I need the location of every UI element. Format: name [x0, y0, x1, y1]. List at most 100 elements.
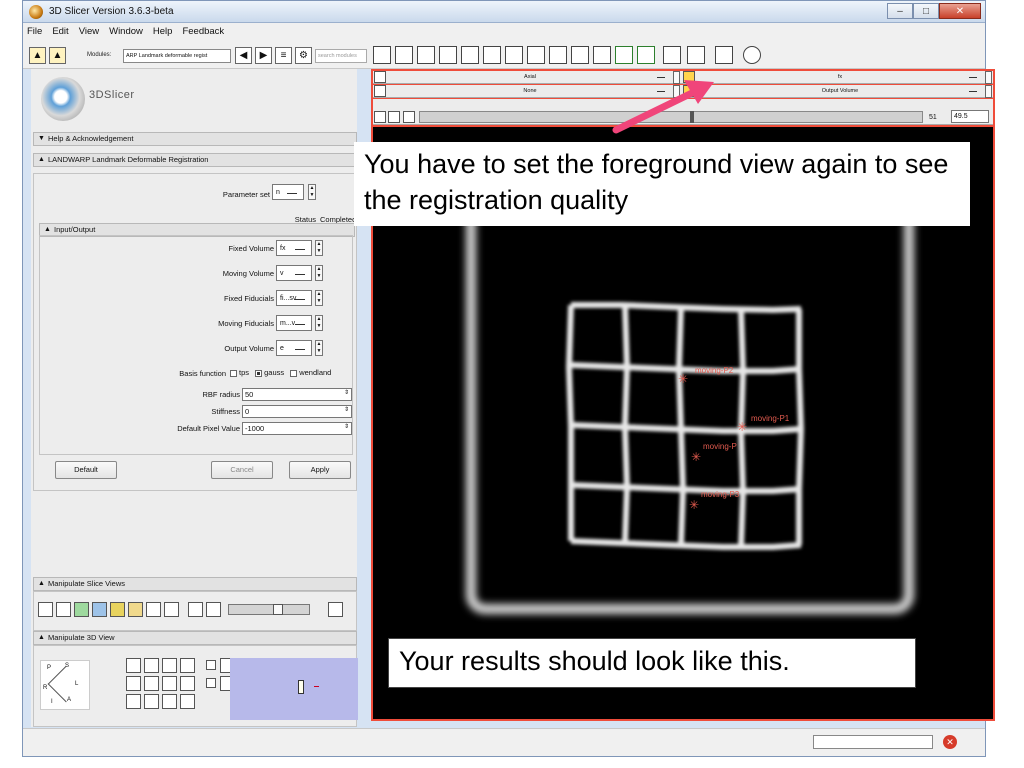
import-scene-icon[interactable]: ▲	[49, 47, 66, 64]
layout-view-icon[interactable]	[663, 46, 681, 64]
measure-module-icon[interactable]	[527, 46, 545, 64]
prev-module-icon[interactable]: ◀	[235, 47, 252, 64]
parameter-set-spinner[interactable]: ▲ ▼	[308, 184, 316, 200]
pan-view-icon[interactable]	[144, 658, 159, 673]
zoom-out-icon[interactable]	[180, 676, 195, 691]
error-log-icon[interactable]: ✕	[943, 735, 957, 749]
fiducial-visibility-icon[interactable]	[38, 602, 53, 617]
home-module-icon[interactable]	[395, 46, 413, 64]
fixed-volume-combo[interactable]: fx	[276, 240, 312, 256]
menu-window[interactable]: Window	[109, 26, 143, 37]
reset-view-icon[interactable]	[126, 676, 141, 691]
colors-module-icon[interactable]	[571, 46, 589, 64]
menu-feedback[interactable]: Feedback	[182, 26, 224, 37]
fiducial-marker-p1-icon[interactable]: ✳	[737, 420, 747, 434]
rbf-radius-spinner-icon[interactable]: ⇕	[344, 389, 349, 396]
camera-icon[interactable]	[162, 658, 177, 673]
module-history-icon[interactable]: ≡	[275, 47, 292, 64]
basis-gauss-checkbox[interactable]	[255, 369, 263, 377]
redo-icon[interactable]	[637, 46, 655, 64]
opacity-slider-handle[interactable]	[273, 604, 283, 615]
foreground-left-spinner[interactable]	[673, 85, 680, 98]
menu-view[interactable]: View	[79, 26, 99, 37]
menu-help[interactable]: Help	[153, 26, 173, 37]
save-view-icon[interactable]	[180, 694, 195, 709]
help-section-header[interactable]: ▼ Help & Acknowledgement	[33, 132, 357, 146]
close-button[interactable]: ✕	[939, 3, 981, 19]
slice-views-section-header[interactable]: ▲ Manipulate Slice Views	[33, 577, 357, 591]
label-map-icon[interactable]	[74, 602, 89, 617]
menu-edit[interactable]: Edit	[52, 26, 68, 37]
fiducial-marker-p2-icon[interactable]: ✳	[678, 372, 688, 386]
volumes-module-icon[interactable]	[439, 46, 457, 64]
moving-volume-spinner[interactable]: ▲ ▼	[315, 265, 323, 281]
editor-module-icon[interactable]	[505, 46, 523, 64]
search-modules-input[interactable]: search modules	[315, 49, 367, 63]
moving-fiducials-spinner[interactable]: ▲ ▼	[315, 315, 323, 331]
foreground-left-combo[interactable]: None	[389, 86, 671, 97]
moving-fiducials-combo[interactable]: m...v	[276, 315, 312, 331]
fiducials-module-icon[interactable]	[483, 46, 501, 64]
orientation-spinner[interactable]	[673, 71, 680, 84]
maximize-button[interactable]: □	[913, 3, 939, 19]
orientation-combo[interactable]: Axial	[389, 72, 671, 83]
output-volume-spinner[interactable]: ▲ ▼	[315, 340, 323, 356]
orientation-menu-icon[interactable]	[374, 71, 386, 83]
rbf-radius-field[interactable]: 50 ⇕	[242, 388, 352, 401]
compositing-icon[interactable]	[110, 602, 125, 617]
background-volume-spinner[interactable]	[985, 71, 992, 84]
visibility-toggle-icon[interactable]	[388, 111, 400, 123]
spacing-icon[interactable]	[128, 602, 143, 617]
transforms-module-icon[interactable]	[417, 46, 435, 64]
foreground-menu-icon[interactable]	[374, 85, 386, 97]
place-fiducial-icon[interactable]	[715, 46, 733, 64]
slice-offset-slider[interactable]	[419, 111, 923, 123]
module-section-header[interactable]: ▲ LANDWARP Landmark Deformable Registrat…	[33, 153, 357, 167]
stereo-icon[interactable]	[162, 676, 177, 691]
link-toggle-icon[interactable]	[374, 111, 386, 123]
background-volume-combo[interactable]: fx	[697, 72, 983, 83]
stiffness-spinner-icon[interactable]: ⇕	[344, 406, 349, 413]
foreground-volume-combo[interactable]: Output Volume	[697, 86, 983, 97]
fixed-fiducials-combo[interactable]: fi...sv	[276, 290, 312, 306]
moving-volume-combo[interactable]: v	[276, 265, 312, 281]
menu-file[interactable]: File	[27, 26, 42, 37]
rock-checkbox[interactable]	[206, 660, 216, 670]
fixed-volume-spinner[interactable]: ▲ ▼	[315, 240, 323, 256]
parameter-set-combo[interactable]: n	[272, 184, 304, 200]
data-module-icon[interactable]	[373, 46, 391, 64]
fiducial-marker-p3-icon[interactable]: ✳	[689, 498, 699, 512]
basis-tps-checkbox[interactable]	[230, 369, 237, 377]
annotation-icon[interactable]	[92, 602, 107, 617]
background-layer-icon[interactable]	[683, 71, 695, 83]
link-views-icon[interactable]	[188, 602, 203, 617]
crosshair-icon[interactable]	[146, 602, 161, 617]
slice-offset-handle[interactable]	[690, 111, 694, 123]
fiducial-marker-p-icon[interactable]: ✳	[691, 450, 701, 464]
ruler-module-icon[interactable]	[549, 46, 567, 64]
output-volume-combo[interactable]: e	[276, 340, 312, 356]
apply-button[interactable]: Apply	[289, 461, 351, 479]
slice-settings-icon[interactable]	[328, 602, 343, 617]
foreground-layer-icon[interactable]	[683, 85, 695, 97]
basis-wendland-checkbox[interactable]	[290, 369, 298, 377]
zoom-in-icon[interactable]	[180, 658, 195, 673]
minimize-button[interactable]: –	[887, 3, 913, 19]
module-settings-icon[interactable]: ⚙	[295, 47, 312, 64]
fov-icon[interactable]	[56, 602, 71, 617]
screenshot-icon[interactable]	[162, 694, 177, 709]
link-slices-icon[interactable]	[206, 602, 221, 617]
view3d-section-header[interactable]: ▲ Manipulate 3D View	[33, 631, 357, 645]
zoom-icon[interactable]	[164, 602, 179, 617]
foreground-volume-spinner[interactable]	[985, 85, 992, 98]
spin-checkbox[interactable]	[206, 678, 216, 688]
opacity-slider[interactable]	[228, 604, 310, 615]
mouse-mode-icon[interactable]	[687, 46, 705, 64]
refresh-view-icon[interactable]	[743, 46, 761, 64]
rotate-view-icon[interactable]	[126, 658, 141, 673]
fixed-fiducials-spinner[interactable]: ▲ ▼	[315, 290, 323, 306]
default-pixel-field[interactable]: -1000 ⇕	[242, 422, 352, 435]
next-module-icon[interactable]: ▶	[255, 47, 272, 64]
stiffness-field[interactable]: 0 ⇕	[242, 405, 352, 418]
module-selector[interactable]: ARP Landmark deformable regist	[123, 49, 231, 63]
